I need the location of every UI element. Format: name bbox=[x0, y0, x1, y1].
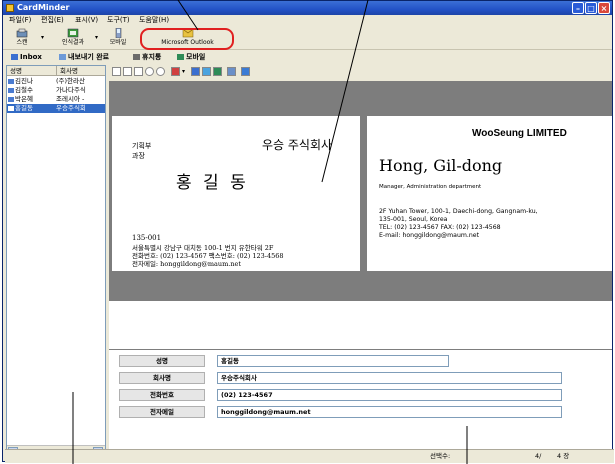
annotation-lines bbox=[72, 0, 468, 464]
pointer-line-outlook bbox=[177, 0, 199, 31]
pointer-line-card bbox=[321, 0, 369, 183]
